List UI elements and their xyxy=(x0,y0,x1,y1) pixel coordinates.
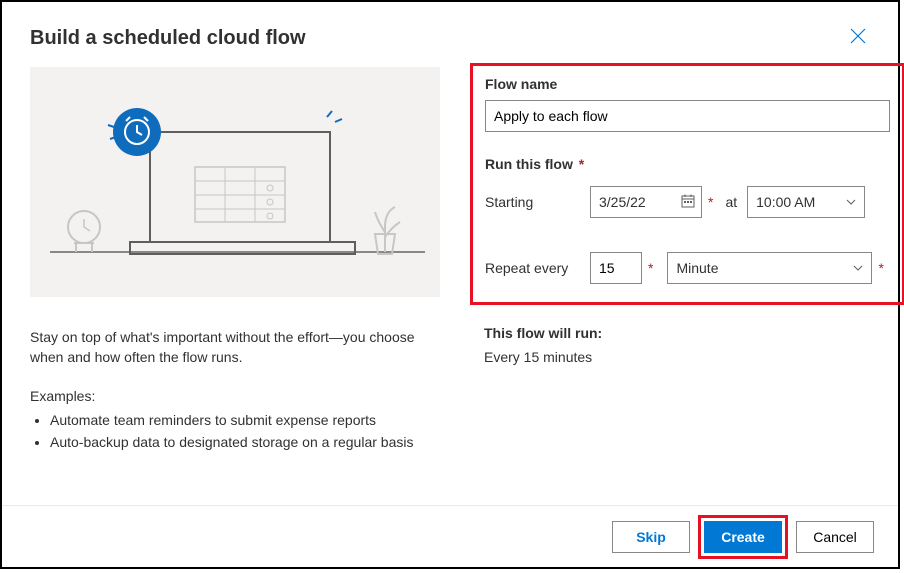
examples-list: Automate team reminders to submit expens… xyxy=(30,410,448,453)
left-pane: Stay on top of what's important without … xyxy=(30,67,448,453)
starting-date-picker[interactable]: 3/25/22 xyxy=(590,186,702,218)
chevron-down-icon xyxy=(853,263,863,274)
run-summary-text: Every 15 minutes xyxy=(484,349,904,365)
run-summary-label: This flow will run: xyxy=(484,325,904,341)
run-this-flow-label: Run this flow * xyxy=(485,156,890,172)
repeat-every-label: Repeat every xyxy=(485,260,590,276)
starting-label: Starting xyxy=(485,194,590,210)
repeat-value-input[interactable] xyxy=(590,252,642,284)
close-icon[interactable] xyxy=(846,24,870,53)
scheduled-flow-dialog: Build a scheduled cloud flow xyxy=(0,0,900,569)
form-highlight-box: Flow name Run this flow * Starting 3/25/… xyxy=(470,63,904,305)
create-button[interactable]: Create xyxy=(704,521,782,553)
cancel-button[interactable]: Cancel xyxy=(796,521,874,553)
run-summary: This flow will run: Every 15 minutes xyxy=(470,325,904,365)
flow-name-input[interactable] xyxy=(485,100,890,132)
required-asterisk: * xyxy=(648,260,653,276)
description-text: Stay on top of what's important without … xyxy=(30,327,448,368)
repeat-unit-select[interactable]: Minute xyxy=(667,252,872,284)
dialog-header: Build a scheduled cloud flow xyxy=(2,2,898,67)
calendar-icon xyxy=(681,194,695,211)
examples-label: Examples: xyxy=(30,386,448,406)
create-highlight-box: Create xyxy=(698,515,788,559)
required-asterisk: * xyxy=(878,260,883,276)
flow-name-label: Flow name xyxy=(485,76,890,92)
example-item: Auto-backup data to designated storage o… xyxy=(50,432,448,454)
example-item: Automate team reminders to submit expens… xyxy=(50,410,448,432)
dialog-footer: Skip Create Cancel xyxy=(2,505,898,567)
illustration xyxy=(30,67,440,297)
starting-time-select[interactable]: 10:00 AM xyxy=(747,186,865,218)
at-label: at xyxy=(725,194,737,210)
starting-date-value: 3/25/22 xyxy=(599,194,646,210)
repeat-unit-value: Minute xyxy=(676,260,718,276)
required-asterisk: * xyxy=(708,194,713,210)
starting-time-value: 10:00 AM xyxy=(756,194,815,210)
chevron-down-icon xyxy=(846,197,856,208)
skip-button[interactable]: Skip xyxy=(612,521,690,553)
right-pane: Flow name Run this flow * Starting 3/25/… xyxy=(470,67,904,453)
dialog-title: Build a scheduled cloud flow xyxy=(30,27,306,50)
